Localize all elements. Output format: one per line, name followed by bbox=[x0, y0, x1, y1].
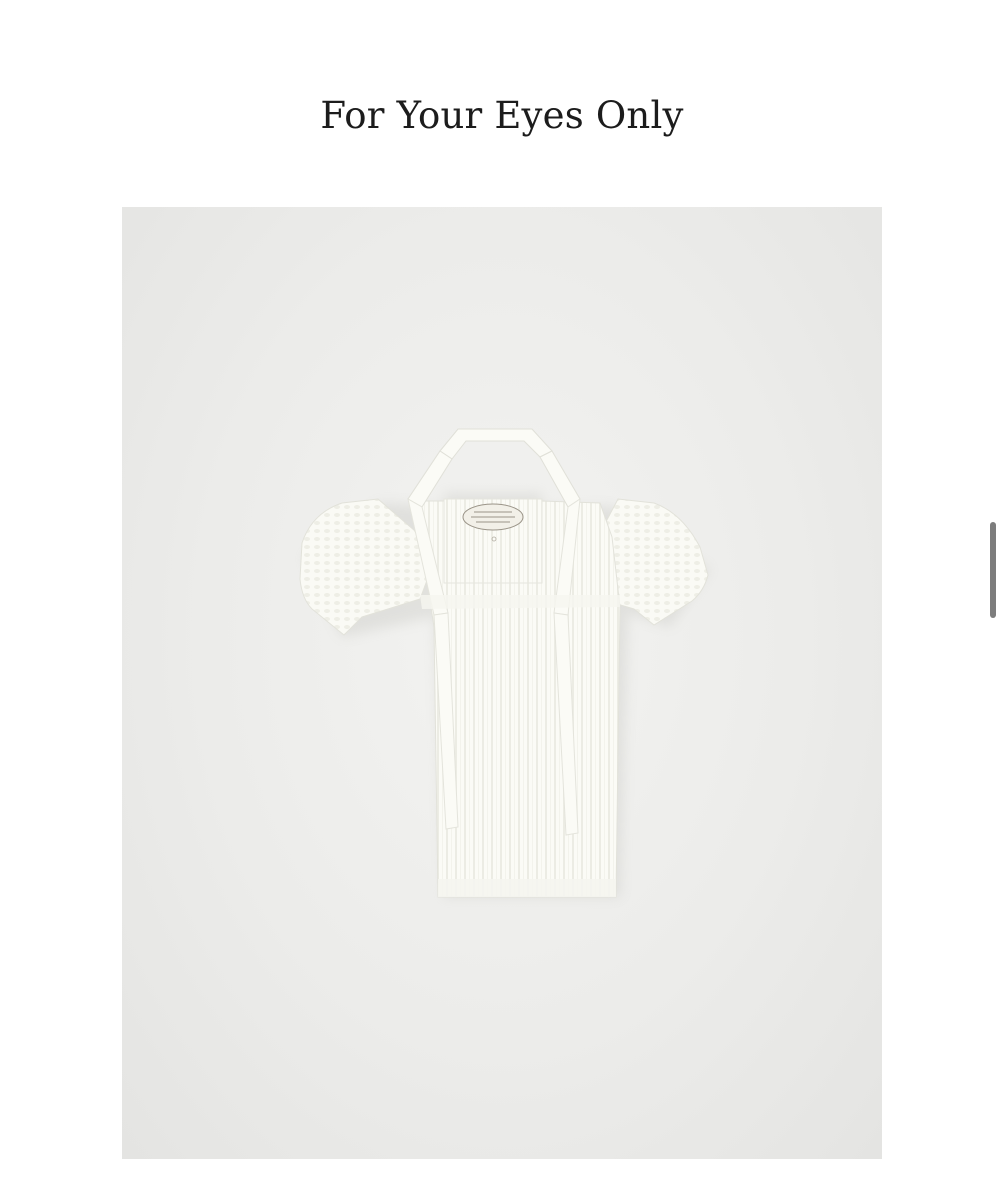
brand-title: For Your Eyes Only bbox=[320, 94, 684, 137]
product-page: For Your Eyes Only bbox=[0, 0, 1004, 1200]
vertical-scrollbar[interactable] bbox=[990, 522, 996, 618]
halter-neck-strap bbox=[439, 428, 553, 460]
product-image[interactable] bbox=[122, 207, 882, 1159]
scrollbar-thumb[interactable] bbox=[990, 522, 996, 618]
garment-illustration bbox=[299, 428, 710, 898]
